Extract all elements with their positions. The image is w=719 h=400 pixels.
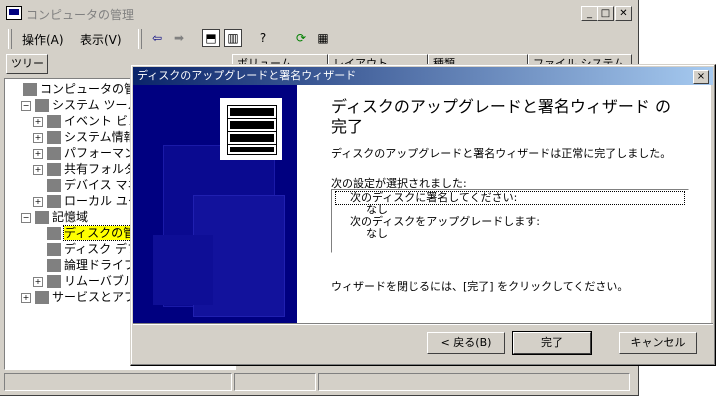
- tree-node-icon: [47, 163, 61, 176]
- tree-expander[interactable]: +: [33, 148, 43, 159]
- tree-item-label: ローカル ユー: [64, 194, 140, 208]
- tree-item[interactable]: 論理ドライブ: [33, 257, 136, 273]
- mmc-title-text: コンピュータの管理: [26, 8, 135, 22]
- cancel-button[interactable]: キャンセル: [619, 332, 697, 354]
- status-bar: [4, 373, 634, 391]
- tree-item-label: システム情報: [64, 130, 136, 144]
- menu-action[interactable]: 操作(A): [22, 31, 64, 48]
- tree-node-icon: [23, 83, 37, 96]
- tree-item[interactable]: − システム ツール: [21, 97, 139, 113]
- disk-stack-icon: [220, 98, 282, 160]
- tree-node-icon: [47, 227, 61, 240]
- menu-grip[interactable]: [8, 29, 12, 49]
- settings-line: 次のディスクに署名してください:: [335, 191, 685, 205]
- tree-node-icon: [35, 99, 49, 112]
- forward-arrow-icon[interactable]: ➡: [170, 29, 188, 47]
- button-separator: [133, 323, 713, 325]
- mmc-title-bar[interactable]: コンピュータの管理 _ □ ✕: [2, 2, 636, 24]
- tree-item-label: システム ツール: [52, 98, 140, 112]
- tree-node-icon: [35, 211, 49, 224]
- tree-item-label: 共有フォルダ: [64, 162, 137, 176]
- wizard-sidebar-graphic: [133, 85, 297, 323]
- tree-node-icon: [47, 115, 61, 128]
- settings-line: なし: [366, 227, 388, 240]
- tree-item[interactable]: − 記憶域: [21, 209, 88, 225]
- tree-expander[interactable]: −: [21, 100, 31, 111]
- maximize-button[interactable]: □: [597, 6, 614, 21]
- back-button[interactable]: < 戻る(B): [427, 332, 505, 354]
- finish-button[interactable]: 完了: [512, 331, 592, 355]
- tree-item[interactable]: + 共有フォルダ: [33, 161, 136, 177]
- tree-item-label: 論理ドライブ: [64, 258, 137, 272]
- tree-expander[interactable]: +: [33, 116, 43, 127]
- status-segment: [318, 373, 630, 391]
- tree-node-icon: [47, 147, 61, 160]
- tree-item-label: デバイス マネ: [64, 178, 140, 192]
- tree-item[interactable]: + ローカル ユー: [33, 193, 140, 209]
- toolbar-grip[interactable]: [138, 29, 142, 49]
- settings-line: 次のディスクをアップグレードします:: [350, 215, 540, 228]
- tree-node-icon: [47, 259, 61, 272]
- tree-expander[interactable]: −: [21, 212, 31, 223]
- close-button[interactable]: ✕: [615, 6, 632, 21]
- tab-tree[interactable]: ツリー: [6, 54, 48, 74]
- up-level-icon[interactable]: ⬒: [202, 29, 220, 47]
- show-hide-tree-icon[interactable]: ▥: [224, 29, 242, 47]
- properties-icon[interactable]: ?: [254, 29, 272, 47]
- refresh-icon[interactable]: ⟳: [292, 29, 310, 47]
- wizard-close-button[interactable]: ×: [693, 70, 709, 84]
- disk-upgrade-signature-wizard: ディスクのアップグレードと署名ウィザード × ディスクのアップグレードと署名ウィ…: [130, 64, 716, 366]
- tree-expander[interactable]: +: [33, 132, 43, 143]
- tree-expander[interactable]: +: [33, 196, 43, 207]
- finish-instruction: ウィザードを閉じるには、[完了] をクリックしてください。: [331, 280, 629, 293]
- tree-node-icon: [35, 291, 49, 304]
- back-arrow-icon[interactable]: ⇦: [148, 29, 166, 47]
- watermark-shape: [153, 235, 213, 305]
- status-segment: [4, 373, 232, 391]
- tree-item-label: 記憶域: [52, 210, 89, 224]
- wizard-content: ディスクのアップグレードと署名ウィザード の完了 ディスクのアップグレードと署名…: [297, 85, 711, 323]
- tree-expander[interactable]: +: [33, 164, 43, 175]
- export-list-icon[interactable]: ▦: [314, 29, 332, 47]
- tree-node-icon: [47, 179, 61, 192]
- tree-expander[interactable]: +: [21, 292, 31, 303]
- tree-node-icon: [47, 131, 61, 144]
- wizard-heading: ディスクのアップグレードと署名ウィザード の完了: [331, 97, 671, 136]
- menu-view[interactable]: 表示(V): [80, 31, 122, 48]
- wizard-description: ディスクのアップグレードと署名ウィザードは正常に完了しました。: [331, 147, 672, 160]
- tree-node-icon: [47, 275, 61, 288]
- tree-item[interactable]: + システム情報: [33, 129, 136, 145]
- tree-node-icon: [47, 243, 61, 256]
- tree-item[interactable]: デバイス マネ: [33, 177, 139, 193]
- tree-node-icon: [47, 195, 61, 208]
- settings-summary-box[interactable]: 次のディスクに署名してください: なし 次のディスクをアップグレードします: なし: [331, 189, 689, 253]
- mmc-menu-toolbar: 操作(A) 表示(V) ⇦ ➡ ⬒ ▥ ? ⟳ ▦: [2, 26, 636, 52]
- computer-icon: [6, 6, 22, 20]
- status-segment: [234, 373, 316, 391]
- minimize-button[interactable]: _: [581, 6, 598, 21]
- wizard-title-text: ディスクのアップグレードと署名ウィザード: [137, 69, 357, 82]
- tree-expander[interactable]: +: [33, 276, 43, 287]
- wizard-title-bar[interactable]: ディスクのアップグレードと署名ウィザード ×: [133, 67, 713, 85]
